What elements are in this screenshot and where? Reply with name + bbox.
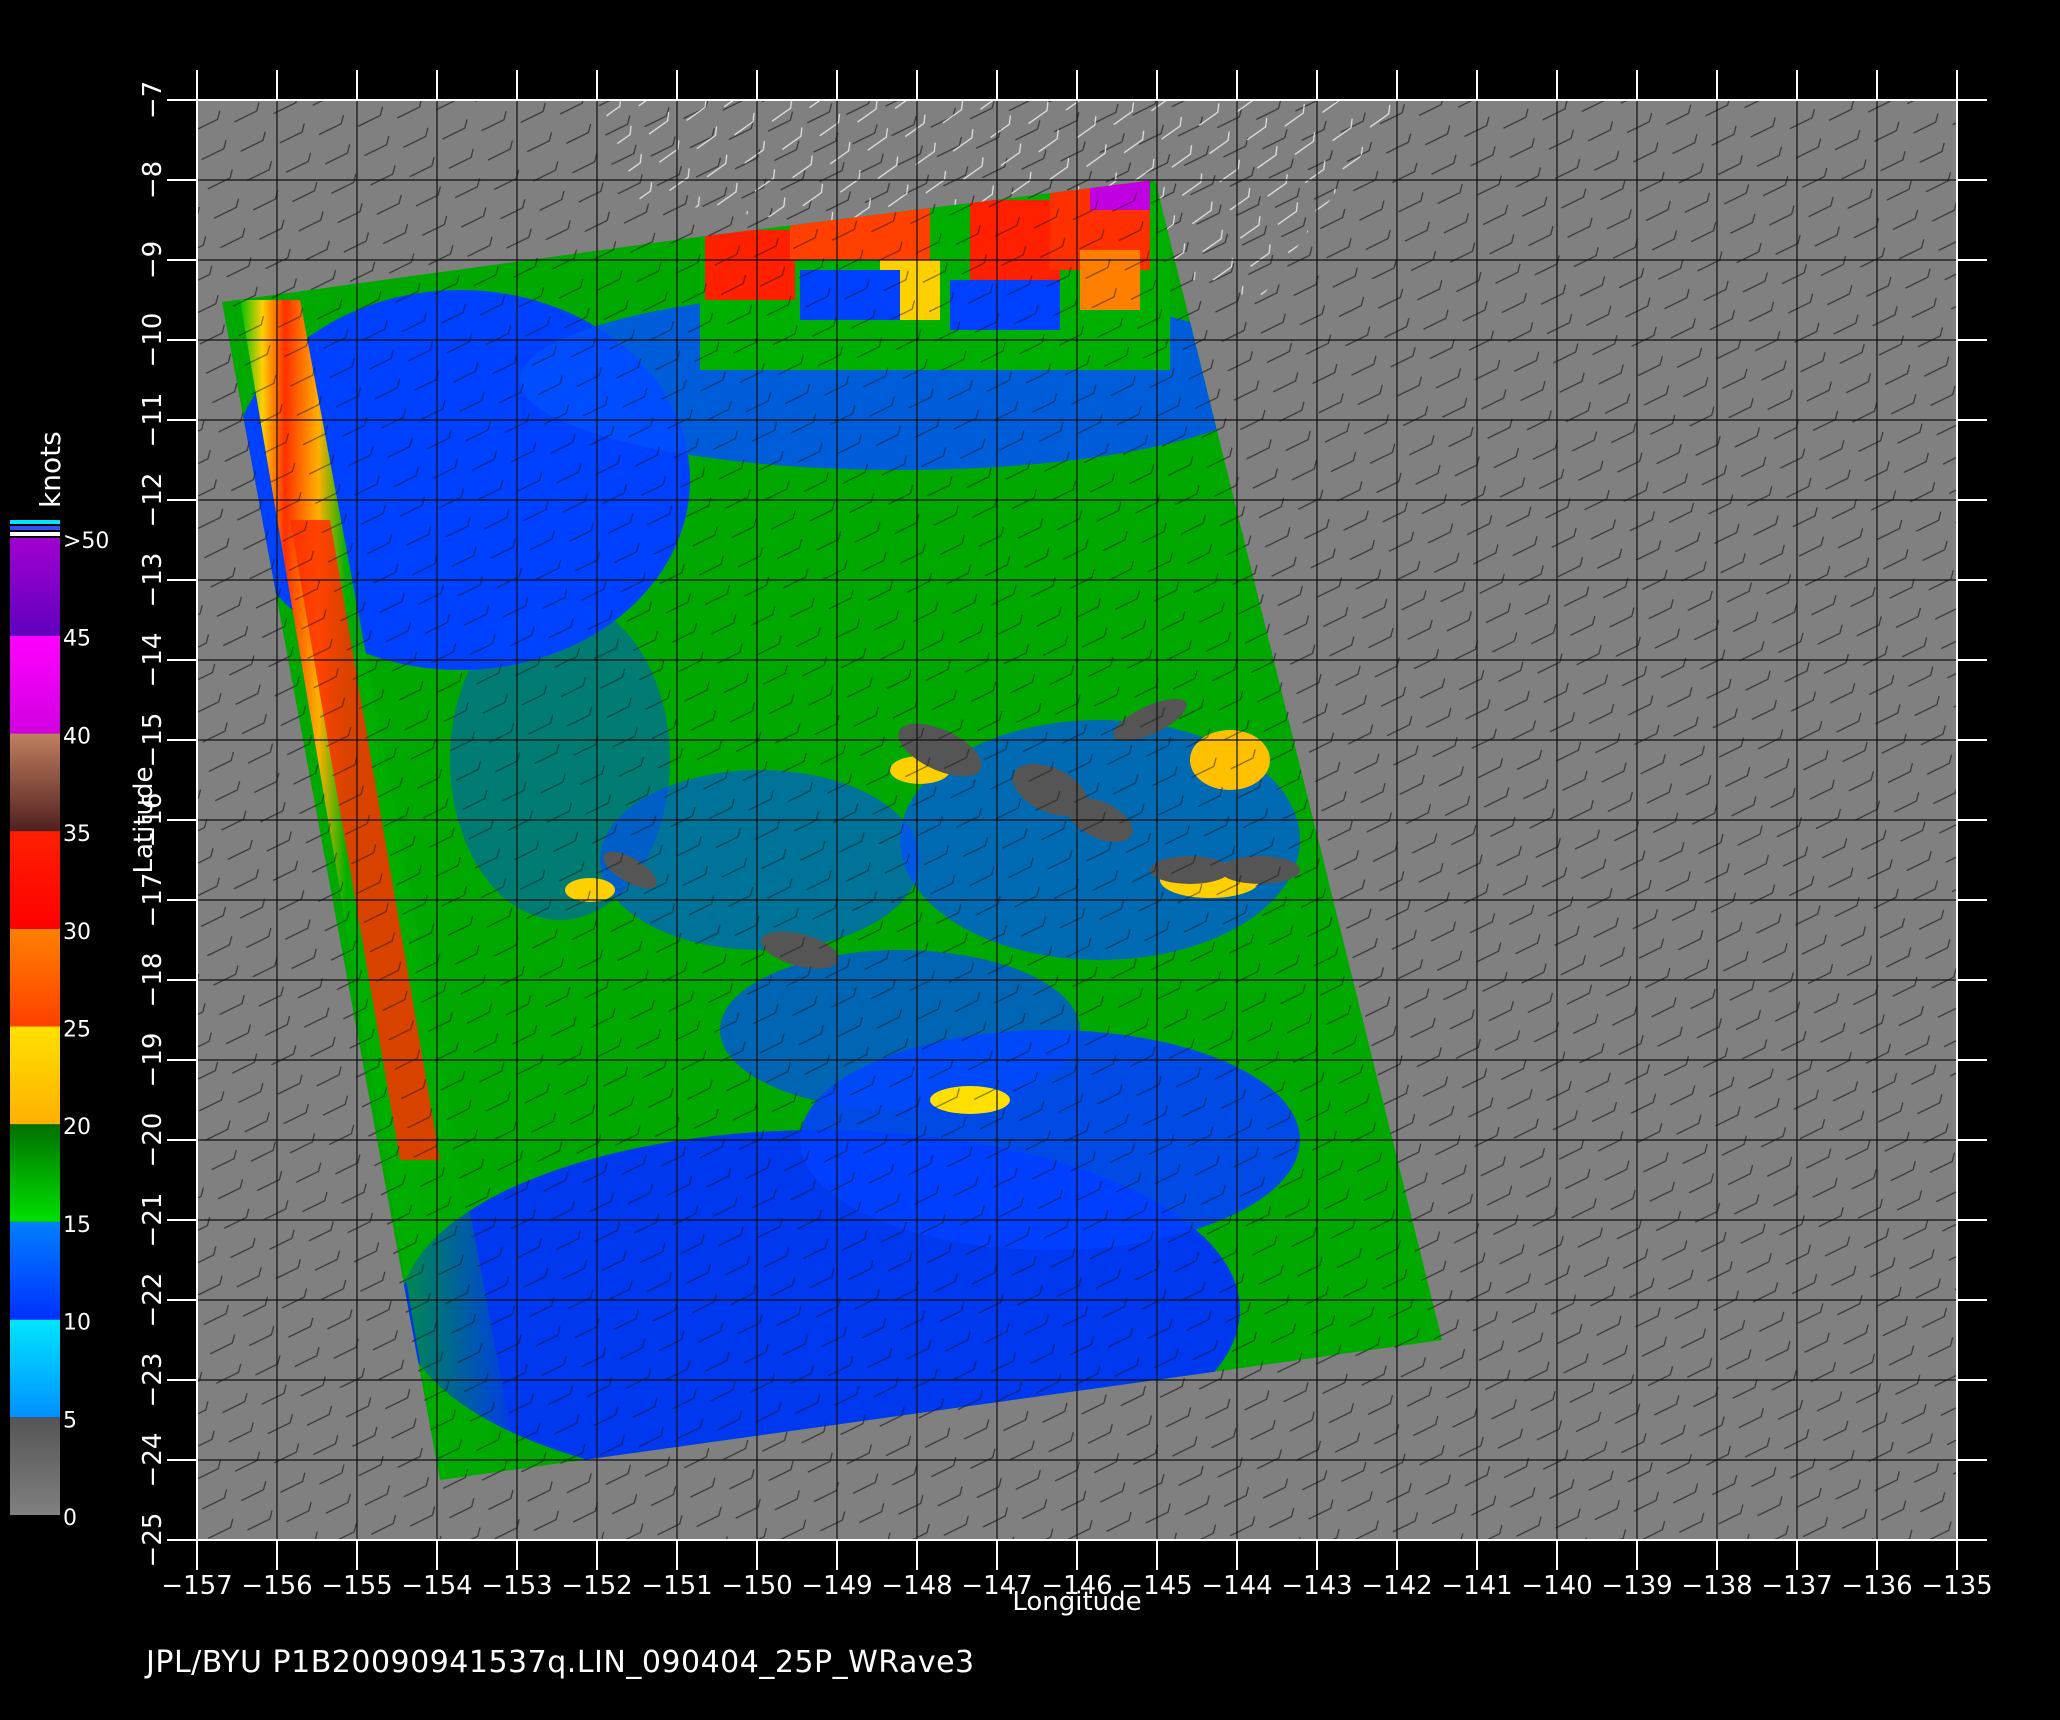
- y-axis-label: Latitude: [129, 766, 159, 873]
- x-tick-label: −142: [1361, 1571, 1432, 1601]
- y-tick-label: −24: [138, 1433, 168, 1488]
- colorbar-cap: [10, 526, 60, 530]
- y-tick-label: −9: [138, 241, 168, 279]
- x-tick-label: −150: [721, 1571, 792, 1601]
- x-tick-label: −157: [161, 1571, 232, 1601]
- x-tick-label: −152: [561, 1571, 632, 1601]
- y-tick-label: −20: [138, 1113, 168, 1168]
- colorbar-unit: knots: [34, 431, 67, 508]
- colorbar-segment: [10, 538, 60, 636]
- x-tick-label: −154: [401, 1571, 472, 1601]
- colorbar-label: 0: [63, 1506, 77, 1531]
- colorbar-segment: [10, 1124, 60, 1222]
- colorbar-label: 25: [63, 1018, 91, 1043]
- colorbar-label: 10: [63, 1311, 91, 1336]
- x-tick-label: −139: [1601, 1571, 1672, 1601]
- x-tick-label: −155: [321, 1571, 392, 1601]
- x-tick-label: −138: [1681, 1571, 1752, 1601]
- y-tick-label: −17: [138, 873, 168, 928]
- y-tick-label: −14: [138, 633, 168, 688]
- colorbar-segment: [10, 1417, 60, 1515]
- x-tick-label: −143: [1281, 1571, 1352, 1601]
- x-tick-label: −136: [1841, 1571, 1912, 1601]
- y-tick-label: −18: [138, 953, 168, 1008]
- colorbar-segment: [10, 733, 60, 832]
- x-tick-label: −149: [801, 1571, 872, 1601]
- colorbar-segment: [10, 1221, 60, 1320]
- colorbar-cap: [10, 520, 60, 524]
- footer-caption: JPL/BYU P1B20090941537q.LIN_090404_25P_W…: [146, 1645, 975, 1680]
- colorbar-label: 40: [63, 724, 91, 749]
- colorbar: >50 45 40 35 30 25 20 15 10 5 0: [10, 520, 109, 1531]
- y-tick-label: −13: [138, 553, 168, 608]
- x-tick-label: −153: [481, 1571, 552, 1601]
- colorbar-label: 20: [63, 1115, 91, 1140]
- colorbar-label: >50: [63, 529, 109, 554]
- colorbar-segment: [10, 1319, 60, 1418]
- colorbar-label: 5: [63, 1408, 77, 1433]
- colorbar-label: 30: [63, 920, 91, 945]
- wind-map-figure: −157 −156 −155 −154 −153 −152 −151 −150 −149 −148…: [10, 70, 1993, 1617]
- colorbar-segment: [10, 635, 60, 734]
- y-tick-label: −25: [138, 1513, 168, 1568]
- colorbar-cap: [10, 532, 60, 536]
- x-tick-label: −148: [881, 1571, 952, 1601]
- y-tick-label: −19: [138, 1033, 168, 1088]
- y-tick-label: −23: [138, 1353, 168, 1408]
- colorbar-label: 45: [63, 627, 91, 652]
- colorbar-segment: [10, 831, 60, 929]
- x-tick-label: −135: [1921, 1571, 1992, 1601]
- y-tick-label: −21: [138, 1193, 168, 1248]
- y-tick-label: −10: [138, 313, 168, 368]
- colorbar-label: 35: [63, 822, 91, 847]
- x-axis-label: Longitude: [1012, 1587, 1141, 1617]
- x-tick-label: −144: [1201, 1571, 1272, 1601]
- x-tick-label: −137: [1761, 1571, 1832, 1601]
- y-tick-label: −8: [138, 161, 168, 199]
- y-tick-label: −7: [138, 81, 168, 119]
- colorbar-segment: [10, 928, 60, 1027]
- x-tick-label: −140: [1521, 1571, 1592, 1601]
- y-tick-label: −11: [138, 393, 168, 448]
- x-tick-label: −151: [641, 1571, 712, 1601]
- y-tick-label: −15: [138, 713, 168, 768]
- colorbar-label: 15: [63, 1213, 91, 1238]
- y-tick-label: −22: [138, 1273, 168, 1328]
- y-tick-label: −12: [138, 473, 168, 528]
- x-tick-label: −141: [1441, 1571, 1512, 1601]
- x-tick-label: −156: [241, 1571, 312, 1601]
- colorbar-segment: [10, 1026, 60, 1125]
